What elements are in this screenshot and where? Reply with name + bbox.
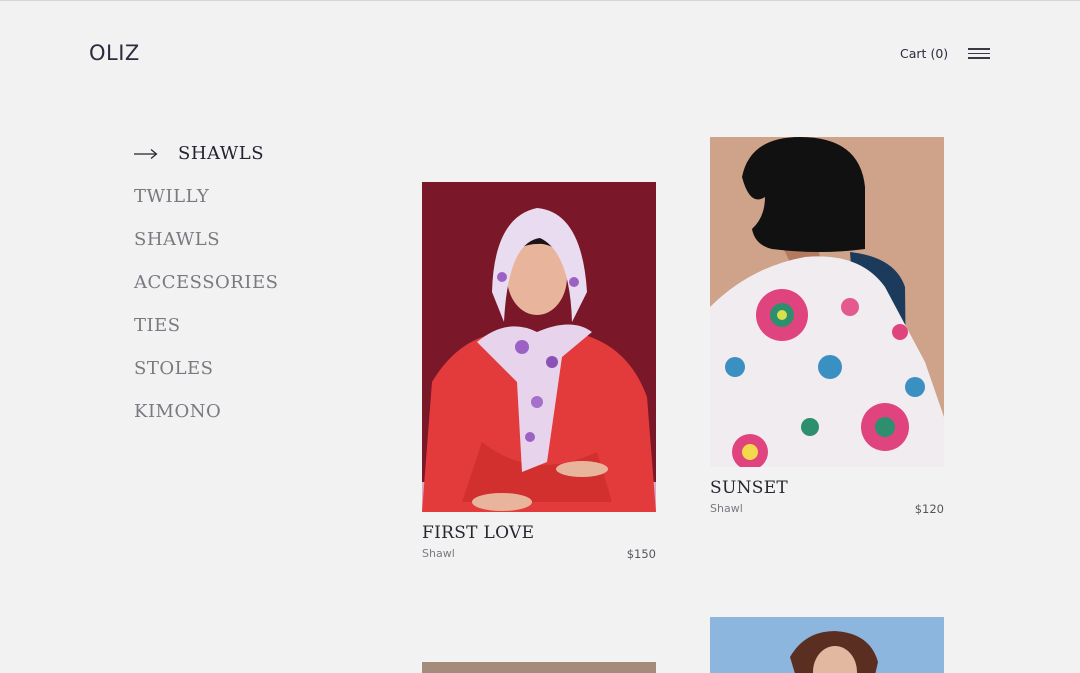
product-photo-woman-red-coat xyxy=(422,182,656,512)
product-card[interactable]: SUNSET Shawl $120 xyxy=(710,137,944,516)
product-title[interactable]: SUNSET xyxy=(710,478,944,498)
product-image[interactable] xyxy=(422,662,656,673)
product-category: Shawl xyxy=(422,547,455,560)
page: OLIZ Cart (0) SHAWLS TWILLY SHAWLS ACCES… xyxy=(0,0,1080,673)
product-card[interactable]: FIRST LOVE Shawl $150 xyxy=(422,182,656,561)
logo[interactable]: OLIZ xyxy=(89,41,140,65)
cart-link[interactable]: Cart (0) xyxy=(900,46,948,61)
product-category: Shawl xyxy=(710,502,743,515)
arrow-right-icon xyxy=(134,148,158,159)
category-item-twilly[interactable]: TWILLY xyxy=(134,175,278,218)
category-item-ties[interactable]: TIES xyxy=(134,304,278,347)
product-title[interactable]: FIRST LOVE xyxy=(422,523,656,543)
product-card[interactable] xyxy=(710,617,944,673)
category-current[interactable]: SHAWLS xyxy=(134,132,278,175)
product-price: $150 xyxy=(626,547,656,561)
cart-count: (0) xyxy=(930,46,949,61)
product-image[interactable] xyxy=(710,617,944,673)
cart-label: Cart xyxy=(900,46,927,61)
product-price: $120 xyxy=(914,502,944,516)
hamburger-menu-icon[interactable] xyxy=(968,48,990,60)
category-current-label: SHAWLS xyxy=(178,143,265,164)
category-item-stoles[interactable]: STOLES xyxy=(134,347,278,390)
product-photo-woman-sky xyxy=(710,617,944,673)
product-image[interactable] xyxy=(710,137,944,467)
category-nav: SHAWLS TWILLY SHAWLS ACCESSORIES TIES ST… xyxy=(134,132,278,433)
product-card[interactable] xyxy=(422,662,656,673)
category-item-shawls[interactable]: SHAWLS xyxy=(134,218,278,261)
product-photo-woman-floral-shawl xyxy=(710,137,944,467)
category-item-kimono[interactable]: KIMONO xyxy=(134,390,278,433)
category-item-accessories[interactable]: ACCESSORIES xyxy=(134,261,278,304)
product-image[interactable] xyxy=(422,182,656,512)
